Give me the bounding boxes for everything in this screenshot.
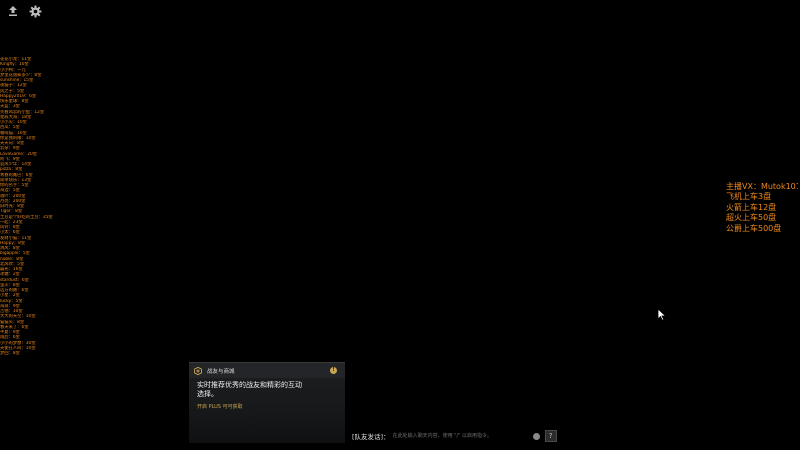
chat-channel-label: [队友发话]：	[352, 433, 390, 441]
promo-header: 战友与商城 !	[189, 363, 345, 378]
game-screen: 花花小龙：11金 Kingfly：10金 小小鸭：一元 梦里花落知多少：8金 sunsh…	[0, 0, 800, 450]
upload-icon[interactable]	[6, 4, 20, 18]
promo-title: 战友与商城	[207, 368, 235, 375]
streamer-overlay-line: 超火上车50盘	[726, 213, 777, 223]
feature-promo-panel: 战友与商城 ! 实时推荐优秀的战友和精彩的互动 选择。 开启 PLUS 可可获取	[189, 362, 345, 443]
streamer-overlay-line: 飞机上车3盘	[726, 192, 772, 202]
plus-badge-icon	[194, 366, 202, 375]
chat-input[interactable]	[392, 431, 529, 441]
gift-message-item: 梦回：8金	[0, 351, 20, 356]
streamer-overlay-line: 主播VX：Mutok101	[726, 182, 798, 191]
mouse-cursor-icon	[657, 306, 667, 325]
streamer-overlay-text: 主播VX：Mutok101 飞机上车3盘 火箭上车12盘 超火上车50盘 公爵上车500…	[726, 182, 798, 234]
chat-status-dot-icon[interactable]	[532, 432, 540, 440]
streamer-overlay-line: 公爵上车500盘	[726, 223, 782, 233]
streamer-overlay-line: 火箭上车12盘	[726, 202, 777, 212]
chat-bar: [队友发话]： ?	[352, 430, 557, 442]
promo-plus-link[interactable]: 开启 PLUS 可可获取	[189, 399, 345, 410]
promo-description: 实时推荐优秀的战友和精彩的互动 选择。	[197, 381, 302, 398]
top-toolbar	[6, 4, 42, 18]
info-icon[interactable]: !	[330, 367, 337, 374]
settings-gear-icon[interactable]	[28, 4, 42, 18]
help-button[interactable]: ?	[544, 430, 557, 442]
gift-message-list: 花花小龙：11金 Kingfly：10金 小小鸭：一元 梦里花落知多少：8金 sunsh…	[0, 57, 70, 356]
